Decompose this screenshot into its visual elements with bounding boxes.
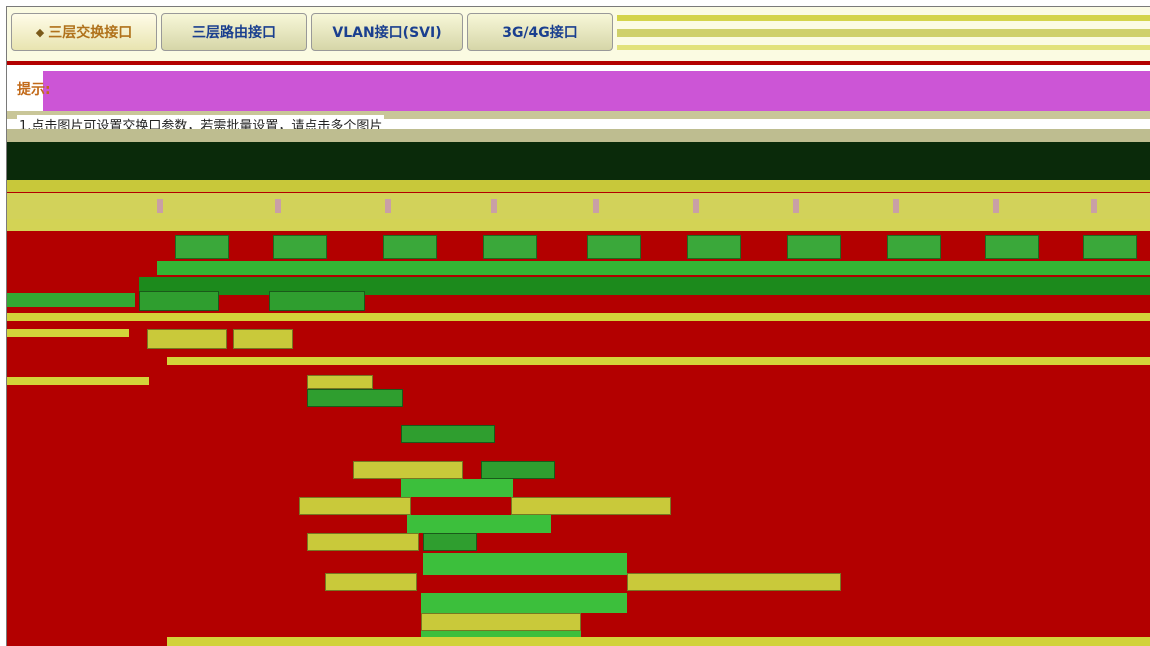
device-panel-header: [7, 142, 1150, 180]
tree-node[interactable]: [423, 533, 477, 551]
tab-l3-switch-interface[interactable]: ◆ 三层交换接口: [11, 13, 157, 51]
switch-port[interactable]: [687, 235, 741, 259]
tree-strip: [7, 377, 149, 385]
switch-port[interactable]: [887, 235, 941, 259]
device-panel-band: [7, 180, 1150, 192]
port-label: [793, 199, 799, 213]
port-label: [157, 199, 163, 213]
bottom-strip: [167, 637, 1150, 646]
tab-3g4g-interface[interactable]: 3G/4G接口: [467, 13, 613, 51]
tree-connector: [401, 479, 513, 497]
tree-strip: [167, 357, 1150, 365]
tree-node[interactable]: [421, 613, 581, 631]
tree-strip: [7, 329, 129, 337]
tab-bar: ◆ 三层交换接口 三层路由接口 VLAN接口(SVI) 3G/4G接口: [7, 7, 1150, 61]
tree-node[interactable]: [299, 497, 411, 515]
tree-node[interactable]: [307, 389, 403, 407]
switch-port[interactable]: [483, 235, 537, 259]
port-rail: [157, 261, 1150, 275]
switch-port[interactable]: [1083, 235, 1137, 259]
tab-bar-stripe: [617, 29, 1150, 37]
tree-strip: [7, 293, 135, 307]
switch-port[interactable]: [985, 235, 1039, 259]
tree-node[interactable]: [147, 329, 227, 349]
main-frame: ◆ 三层交换接口 三层路由接口 VLAN接口(SVI) 3G/4G接口 提示: …: [6, 6, 1150, 646]
tree-node[interactable]: [353, 461, 463, 479]
tree-node[interactable]: [269, 291, 365, 311]
switch-port[interactable]: [787, 235, 841, 259]
notice-title: 提示:: [17, 82, 51, 98]
switch-port[interactable]: [383, 235, 437, 259]
port-label: [993, 199, 999, 213]
port-label: [893, 199, 899, 213]
tree-node[interactable]: [233, 329, 293, 349]
port-label: [1091, 199, 1097, 213]
tab-label: 三层路由接口: [192, 25, 276, 41]
tree-connector: [423, 553, 627, 575]
tab-label: 3G/4G接口: [502, 25, 578, 41]
tab-vlan-svi-interface[interactable]: VLAN接口(SVI): [311, 13, 463, 51]
tree-node[interactable]: [401, 425, 495, 443]
tab-bar-stripe: [617, 15, 1150, 21]
tree-node[interactable]: [307, 533, 419, 551]
tree-node[interactable]: [511, 497, 671, 515]
port-label: [593, 199, 599, 213]
tab-label: VLAN接口(SVI): [332, 25, 442, 41]
tab-label: 三层交换接口: [48, 25, 133, 41]
port-label: [693, 199, 699, 213]
port-label-row: [7, 193, 1150, 219]
tab-bar-stripe: [617, 45, 1150, 50]
port-label: [491, 199, 497, 213]
tab-pin-icon: ◆: [35, 25, 45, 39]
port-label: [275, 199, 281, 213]
notice-box: 提示: 1.点击图片可设置交换口参数，若需批量设置，请点击多个图片: [7, 65, 1150, 145]
tree-strip: [7, 313, 1150, 321]
tree-node[interactable]: [325, 573, 417, 591]
tree-node[interactable]: [307, 375, 373, 389]
tree-connector: [421, 593, 627, 613]
switch-port[interactable]: [273, 235, 327, 259]
tree-connector: [407, 515, 551, 533]
switch-port[interactable]: [175, 235, 229, 259]
tree-node[interactable]: [627, 573, 841, 591]
tree-node[interactable]: [481, 461, 555, 479]
tree-node[interactable]: [139, 291, 219, 311]
notice-highlight: [43, 71, 1150, 111]
switch-port[interactable]: [587, 235, 641, 259]
port-row-stripe: [7, 219, 1150, 231]
tab-l3-router-interface[interactable]: 三层路由接口: [161, 13, 307, 51]
port-label: [385, 199, 391, 213]
